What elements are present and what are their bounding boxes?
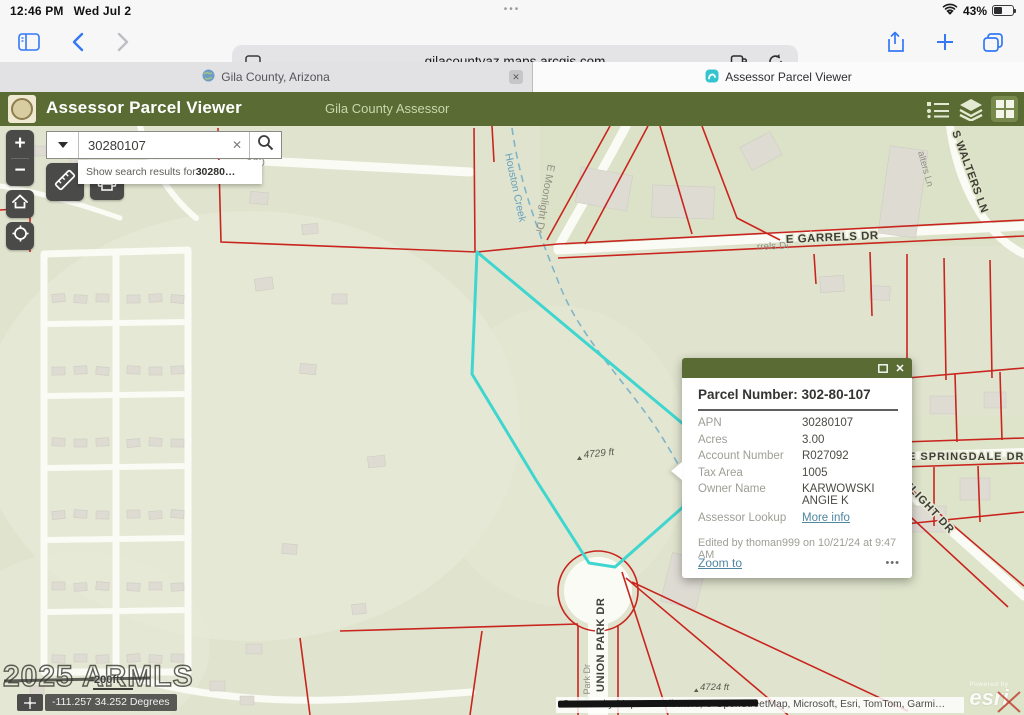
- tab2-favicon-arcgis-icon: [705, 69, 719, 86]
- locate-button[interactable]: [6, 222, 34, 250]
- attribution-redaction-bar: [558, 699, 758, 707]
- search-source-dropdown[interactable]: [47, 132, 79, 158]
- popup-more-options[interactable]: •••: [885, 557, 900, 569]
- popup-maximize-icon[interactable]: [876, 361, 890, 375]
- tab1-close-icon[interactable]: ✕: [509, 70, 523, 84]
- springdale-dr-label: E SPRINGDALE DR: [908, 451, 1024, 463]
- field-label: APN: [698, 417, 802, 429]
- popup-body: Parcel Number: 302-80-107 APN30280107 Ac…: [682, 378, 912, 561]
- wifi-icon: [942, 3, 958, 18]
- new-tab-icon[interactable]: [930, 27, 960, 57]
- field-label: Acres: [698, 434, 802, 446]
- union-park-dr-label: UNION PARK DR: [595, 598, 607, 692]
- status-indicators: 43%: [942, 3, 1014, 18]
- watermark-x-mark: [996, 690, 1022, 714]
- back-icon[interactable]: [62, 27, 92, 57]
- popup-title: Parcel Number: 302-80-107: [698, 387, 898, 402]
- field-label: Account Number: [698, 450, 802, 462]
- popup-header[interactable]: ✕: [682, 358, 912, 378]
- parcel-search-widget: 30280107 ✕: [46, 131, 282, 159]
- basemap-gallery-icon[interactable]: [991, 96, 1018, 122]
- popup-close-icon[interactable]: ✕: [893, 361, 907, 375]
- locate-icon: [12, 225, 29, 247]
- tab-overview-icon[interactable]: [978, 27, 1008, 57]
- app-title: Assessor Parcel Viewer: [46, 98, 242, 118]
- search-suggestion-item[interactable]: Show search results for 30280…: [78, 160, 262, 184]
- search-clear-icon[interactable]: ✕: [225, 132, 249, 158]
- coordinate-crosshair-icon[interactable]: [17, 694, 43, 711]
- search-submit-button[interactable]: [249, 132, 281, 158]
- field-label: Tax Area: [698, 467, 802, 479]
- tab2-label: Assessor Parcel Viewer: [725, 70, 852, 84]
- home-icon: [12, 194, 28, 214]
- browser-chrome: 12:46 PMWed Jul 2 ••• 43% gilacountyaz.m…: [0, 0, 1024, 62]
- forward-icon[interactable]: [108, 27, 138, 57]
- zoom-out-button[interactable]: −: [6, 159, 34, 187]
- tab1-label: Gila County, Arizona: [221, 70, 330, 84]
- sidebar-toggle-icon[interactable]: [14, 27, 44, 57]
- more-info-link[interactable]: More info: [802, 512, 898, 524]
- tab-bar: Gila County, Arizona ✕ Assessor Parcel V…: [0, 62, 1024, 92]
- chevron-down-icon: [58, 142, 68, 148]
- tab-assessor-parcel-viewer[interactable]: Assessor Parcel Viewer: [533, 62, 1024, 92]
- county-seal-logo: [8, 95, 36, 123]
- tab1-favicon-globe-icon: [202, 69, 215, 85]
- coordinate-readout: -111.257 34.252 Degrees: [45, 694, 177, 711]
- search-input[interactable]: 30280107: [79, 132, 225, 158]
- suggestion-term: 30280…: [196, 166, 236, 178]
- suggestion-prefix: Show search results for: [86, 166, 196, 178]
- zoom-control: + −: [6, 130, 34, 186]
- multitask-handle[interactable]: •••: [0, 4, 1024, 15]
- field-value: KARWOWSKI ANGIE K: [802, 483, 898, 507]
- tab-gila-county[interactable]: Gila County, Arizona ✕: [0, 62, 533, 92]
- scale-bar-label: 200ft: [94, 674, 120, 686]
- zoom-in-button[interactable]: +: [6, 130, 34, 158]
- elevation-4724-label: 4724 ft: [700, 682, 729, 693]
- field-value: 30280107: [802, 417, 898, 429]
- field-value: 3.00: [802, 434, 898, 446]
- ruler-icon: [52, 167, 78, 198]
- scale-bar-line: [93, 688, 133, 690]
- app-header: Assessor Parcel Viewer Gila County Asses…: [0, 92, 1024, 126]
- popup-footer: Zoom to •••: [698, 556, 900, 570]
- screen: 12:46 PMWed Jul 2 ••• 43% gilacountyaz.m…: [0, 0, 1024, 715]
- layers-icon[interactable]: [957, 96, 984, 122]
- safari-toolbar: gilacountyaz.maps.arcgis.com: [0, 22, 1024, 62]
- zoom-to-link[interactable]: Zoom to: [698, 556, 742, 570]
- app-subtitle: Gila County Assessor: [325, 101, 449, 116]
- field-label: Owner Name: [698, 483, 802, 507]
- parcel-popup: ✕ Parcel Number: 302-80-107 APN30280107 …: [682, 358, 912, 578]
- field-value: 1005: [802, 467, 898, 479]
- search-icon: [257, 134, 274, 156]
- popup-pointer: [671, 462, 682, 480]
- legend-icon[interactable]: [924, 96, 951, 122]
- share-icon[interactable]: [880, 27, 910, 57]
- field-label: Assessor Lookup: [698, 512, 802, 524]
- battery-percent: 43%: [963, 4, 987, 18]
- battery-icon: [992, 5, 1014, 16]
- popup-attribute-table: APN30280107 Acres3.00 Account NumberR027…: [698, 417, 898, 524]
- home-extent-button[interactable]: [6, 190, 34, 218]
- field-value: R027092: [802, 450, 898, 462]
